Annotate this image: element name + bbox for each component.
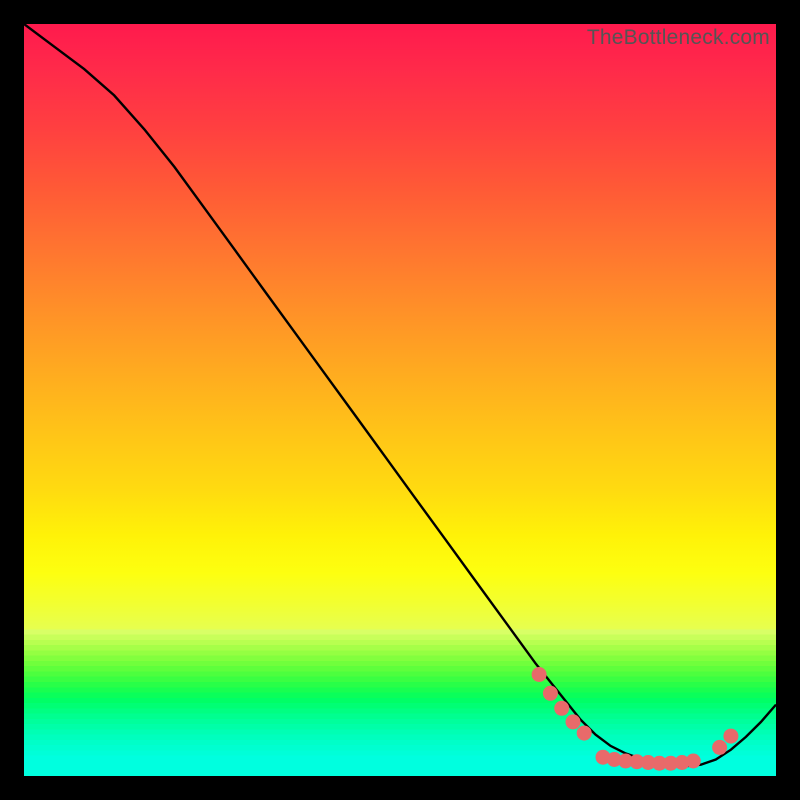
chart-svg: [24, 24, 776, 776]
data-marker: [618, 754, 633, 769]
data-marker: [607, 752, 622, 767]
data-marker: [566, 714, 581, 729]
marker-group: [532, 667, 739, 771]
data-marker: [686, 754, 701, 769]
watermark-text: TheBottleneck.com: [587, 26, 770, 50]
data-marker: [641, 755, 656, 770]
plot-area: TheBottleneck.com: [24, 24, 776, 776]
data-marker: [629, 754, 644, 769]
data-marker: [532, 667, 547, 682]
data-marker: [596, 750, 611, 765]
data-marker: [577, 726, 592, 741]
data-marker: [652, 756, 667, 771]
data-marker: [723, 729, 738, 744]
data-marker: [675, 755, 690, 770]
data-marker: [554, 701, 569, 716]
chart-frame: TheBottleneck.com: [0, 0, 800, 800]
data-marker: [712, 740, 727, 755]
data-marker: [663, 756, 678, 771]
data-marker: [543, 686, 558, 701]
curve-path: [24, 24, 776, 766]
